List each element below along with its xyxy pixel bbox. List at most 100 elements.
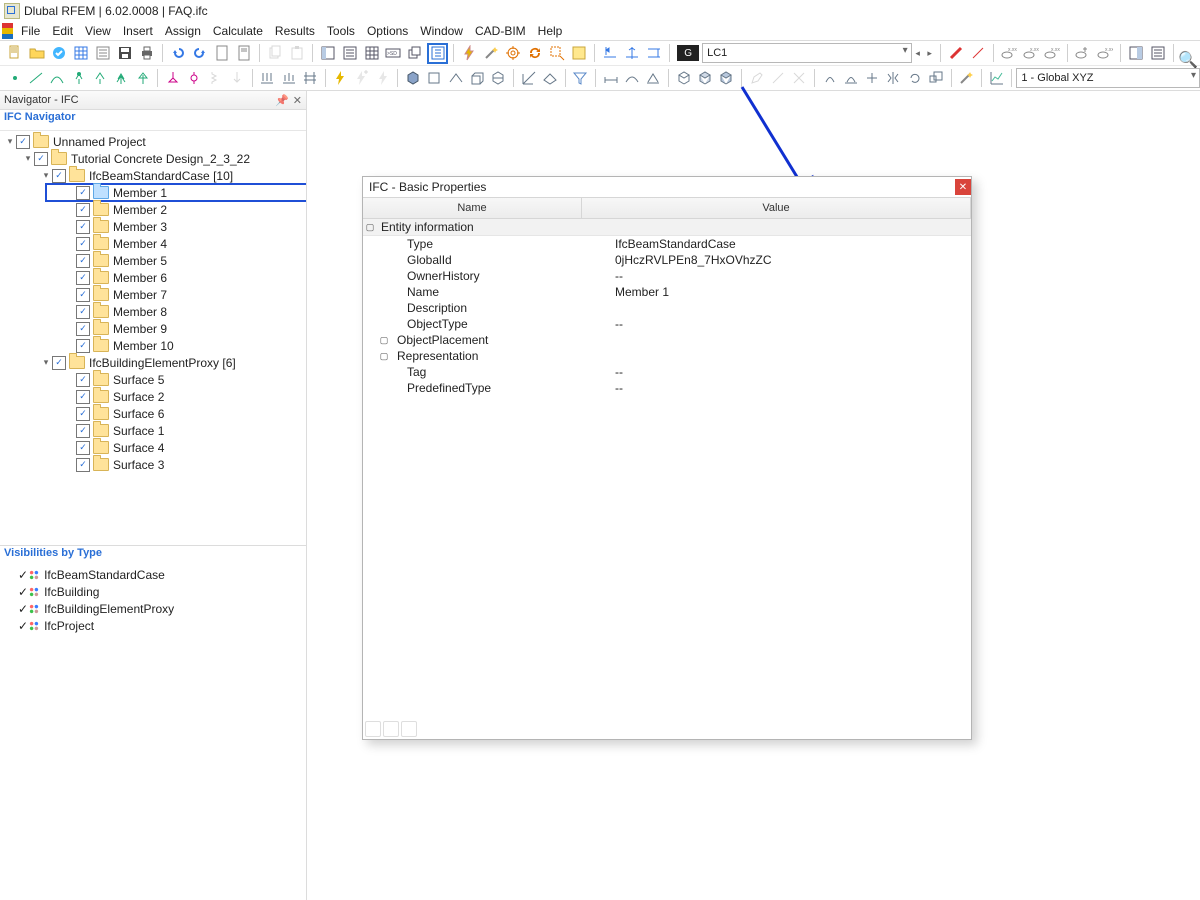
support-icon[interactable]	[163, 68, 182, 88]
menu-view[interactable]: View	[79, 23, 117, 39]
magnifier-icon[interactable]: 🔍	[1178, 50, 1198, 70]
wandnew-icon[interactable]	[957, 68, 976, 88]
bolt-list-icon[interactable]	[373, 68, 392, 88]
arch-icon[interactable]	[622, 68, 641, 88]
eye-xxx-3-icon[interactable]: x.xx	[1042, 43, 1062, 63]
panel-sd-icon[interactable]: >SD	[384, 43, 404, 63]
wand-icon[interactable]	[481, 43, 501, 63]
prop-description[interactable]: Description	[363, 300, 971, 316]
prop-name[interactable]: NameMember 1	[363, 284, 971, 300]
ifc-properties-button[interactable]	[427, 43, 448, 64]
tree-root[interactable]: ▾✓ Unnamed Project	[0, 133, 306, 150]
menu-assign[interactable]: Assign	[159, 23, 207, 39]
menu-help[interactable]: Help	[532, 23, 569, 39]
thin-member-icon[interactable]	[968, 43, 988, 63]
tree-surface-3[interactable]: ✓Surface 3	[0, 456, 306, 473]
zoom-sel-icon[interactable]	[547, 43, 567, 63]
box3d-3-icon[interactable]	[717, 68, 736, 88]
panel-data-icon[interactable]	[340, 43, 360, 63]
tree-surface-5[interactable]: ✓Surface 5	[0, 371, 306, 388]
prop-type[interactable]: TypeIfcBeamStandardCase	[363, 236, 971, 252]
prop-tag[interactable]: Tag--	[363, 364, 971, 380]
prop-objectplacement[interactable]: ▢ObjectPlacement	[363, 332, 971, 348]
foot-icon-1[interactable]	[365, 721, 381, 737]
tree-surface-2[interactable]: ✓Surface 2	[0, 388, 306, 405]
tree-member-3[interactable]: ✓Member 3	[0, 218, 306, 235]
eye-xxx-1-icon[interactable]: x.xx	[999, 43, 1019, 63]
panel-dup-icon[interactable]	[405, 43, 425, 63]
vis-ifcbuilding[interactable]: ✓IfcBuilding	[0, 583, 306, 600]
tree-member-1[interactable]: ✓ Member 1	[46, 184, 306, 201]
properties-titlebar[interactable]: IFC - Basic Properties ✕	[363, 177, 971, 198]
tree-beamcase[interactable]: ▾✓ IfcBeamStandardCase [10]	[0, 167, 306, 184]
vis-ifcbeam[interactable]: ✓IfcBeamStandardCase	[0, 566, 306, 583]
tree-obj4-icon[interactable]	[133, 68, 152, 88]
spring-icon[interactable]	[206, 68, 225, 88]
tree-member-8[interactable]: ✓Member 8	[0, 303, 306, 320]
extrude-icon[interactable]	[467, 68, 486, 88]
panel-table-icon[interactable]	[362, 43, 382, 63]
refresh-icon[interactable]	[525, 43, 545, 63]
loadcase-next[interactable]: ▸	[924, 45, 936, 61]
box-icon[interactable]	[425, 68, 444, 88]
eye-xxx-2-icon[interactable]: x.xx	[1021, 43, 1041, 63]
tree-member-7[interactable]: ✓Member 7	[0, 286, 306, 303]
load1-icon[interactable]	[227, 68, 246, 88]
new-file-icon[interactable]	[5, 43, 25, 63]
tree-surface-1[interactable]: ✓Surface 1	[0, 422, 306, 439]
vis-panel-icon[interactable]	[1126, 43, 1146, 63]
tree-member-4[interactable]: ✓Member 4	[0, 235, 306, 252]
hinge-icon[interactable]	[185, 68, 204, 88]
menu-cadbim[interactable]: CAD-BIM	[469, 23, 532, 39]
list-icon[interactable]	[93, 43, 113, 63]
tree-surface-4[interactable]: ✓Surface 4	[0, 439, 306, 456]
column-name[interactable]: Name	[363, 198, 582, 218]
prop-globalid[interactable]: GlobalId0jHczRVLPEn8_7HxOVhzZC	[363, 252, 971, 268]
tree-member-6[interactable]: ✓Member 6	[0, 269, 306, 286]
redo-icon[interactable]	[190, 43, 210, 63]
verify-icon[interactable]	[49, 43, 69, 63]
bolt-plus-icon[interactable]	[352, 68, 371, 88]
align-right-icon[interactable]	[644, 43, 664, 63]
move3-icon[interactable]	[863, 68, 882, 88]
menu-results[interactable]: Results	[269, 23, 321, 39]
scale-icon[interactable]	[926, 68, 945, 88]
prop-objecttype[interactable]: ObjectType--	[363, 316, 971, 332]
axis-icon[interactable]	[519, 68, 538, 88]
align-center-icon[interactable]	[622, 43, 642, 63]
tree-project[interactable]: ▾✓ Tutorial Concrete Design_2_3_22	[0, 150, 306, 167]
lightning-icon[interactable]	[459, 43, 479, 63]
eye-dim-1-icon[interactable]	[1073, 43, 1093, 63]
coordsys-combo[interactable]: 1 - Global XYZ	[1016, 68, 1200, 88]
tree-obj3-icon[interactable]	[112, 68, 131, 88]
shell-icon[interactable]	[446, 68, 465, 88]
filter-icon[interactable]	[571, 68, 590, 88]
vis-ifcproject[interactable]: ✓IfcProject	[0, 617, 306, 634]
tree-member-2[interactable]: ✓Member 2	[0, 201, 306, 218]
copy-icon[interactable]	[265, 43, 285, 63]
foot-icon-2[interactable]	[383, 721, 399, 737]
tree-obj2-icon[interactable]	[90, 68, 109, 88]
tree-member-9[interactable]: ✓Member 9	[0, 320, 306, 337]
open-file-icon[interactable]	[27, 43, 47, 63]
save-icon[interactable]	[115, 43, 135, 63]
edit1-icon[interactable]	[747, 68, 766, 88]
box3d-1-icon[interactable]	[674, 68, 693, 88]
close-panel-icon[interactable]: ✕	[293, 94, 302, 107]
dist1-icon[interactable]	[258, 68, 277, 88]
menu-calculate[interactable]: Calculate	[207, 23, 269, 39]
box3d-2-icon[interactable]	[695, 68, 714, 88]
solid-icon[interactable]	[403, 68, 422, 88]
target-icon[interactable]	[503, 43, 523, 63]
vis-ifcproxy[interactable]: ✓IfcBuildingElementProxy	[0, 600, 306, 617]
line-icon[interactable]	[26, 68, 45, 88]
mirror-icon[interactable]	[884, 68, 903, 88]
thick-member-icon[interactable]	[946, 43, 966, 63]
close-icon[interactable]: ✕	[955, 179, 971, 195]
column-value[interactable]: Value	[582, 198, 971, 218]
menu-window[interactable]: Window	[414, 23, 469, 39]
prop-representation[interactable]: ▢Representation	[363, 348, 971, 364]
tree-member-10[interactable]: ✓Member 10	[0, 337, 306, 354]
category-entity-info[interactable]: ▢ Entity information	[363, 219, 971, 236]
plane-icon[interactable]	[540, 68, 559, 88]
